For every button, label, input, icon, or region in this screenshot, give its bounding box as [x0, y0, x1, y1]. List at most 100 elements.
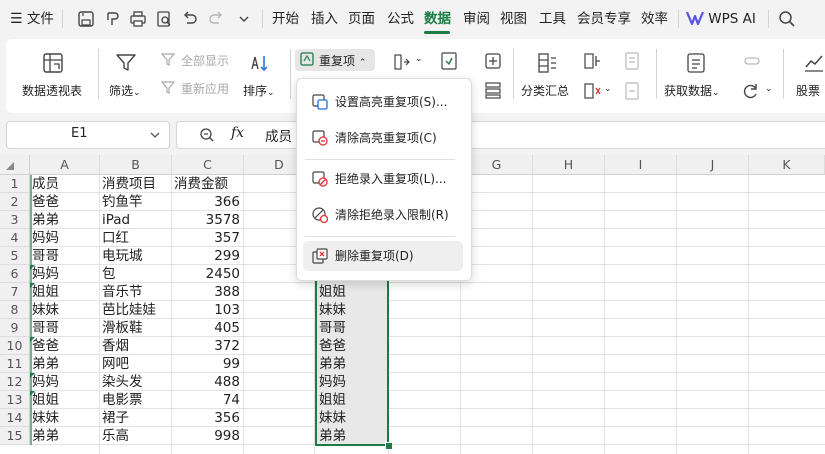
tab-efficiency[interactable]: 效率 — [641, 0, 668, 38]
wps-ai-button[interactable]: WPS AI — [686, 0, 756, 38]
chevron-down-icon[interactable] — [234, 9, 254, 29]
row-header[interactable]: 12 — [0, 373, 30, 391]
get-data-button[interactable]: 获取数据⌄ — [662, 45, 728, 105]
fill-handle[interactable] — [385, 442, 393, 450]
row-header[interactable]: 9 — [0, 319, 30, 337]
menu-item-clear-reject-limit[interactable]: 清除拒绝录入限制(R) — [303, 200, 463, 230]
link-icon[interactable] — [741, 51, 763, 71]
table-cell[interactable]: 芭比娃娃 — [100, 301, 172, 319]
table-cell[interactable]: 356 — [172, 409, 244, 427]
table-cell[interactable]: 弟弟 — [30, 355, 100, 373]
column-header-b[interactable]: B — [100, 155, 172, 175]
chevron-down-icon[interactable] — [149, 129, 161, 141]
row-header[interactable]: 14 — [0, 409, 30, 427]
tab-view[interactable]: 视图 — [500, 0, 527, 38]
name-box[interactable]: E1 — [6, 121, 170, 149]
save-icon[interactable] — [76, 9, 96, 29]
table-cell[interactable]: 357 — [172, 229, 244, 247]
tab-member[interactable]: 会员专享 — [577, 0, 631, 38]
row-header[interactable]: 7 — [0, 283, 30, 301]
refresh-icon[interactable] — [741, 81, 761, 101]
menu-item-reject-duplicates[interactable]: 拒绝录入重复项(L)... — [303, 164, 463, 194]
row-header[interactable]: 3 — [0, 211, 30, 229]
tab-tools[interactable]: 工具 — [539, 0, 566, 38]
split-column-icon[interactable] — [393, 53, 411, 71]
table-cell[interactable]: 103 — [172, 301, 244, 319]
print-preview-icon[interactable] — [154, 9, 174, 29]
menu-item-remove-duplicates[interactable]: 删除重复项(D) — [303, 241, 463, 271]
row-header[interactable]: 11 — [0, 355, 30, 373]
zoom-formula-icon[interactable] — [199, 127, 215, 143]
table-cell[interactable]: 包 — [100, 265, 172, 283]
chevron-down-icon[interactable]: ⌄ — [765, 84, 773, 94]
table-cell[interactable]: 弟弟 — [30, 211, 100, 229]
row-header[interactable]: 15 — [0, 427, 30, 445]
table-cell[interactable]: 爸爸 — [30, 337, 100, 355]
table-cell[interactable]: 妹妹 — [30, 301, 100, 319]
table-cell[interactable]: 哥哥 — [30, 319, 100, 337]
table-cell[interactable]: 99 — [172, 355, 244, 373]
menu-item-highlight-duplicates[interactable]: 设置高亮重复项(S)... — [303, 87, 463, 117]
table-cell[interactable]: 香烟 — [100, 337, 172, 355]
formula-content[interactable]: 成员 — [265, 125, 292, 145]
formula-bar[interactable]: fx 成员 — [176, 121, 825, 149]
table-cell[interactable]: 钓鱼竿 — [100, 193, 172, 211]
table-cell[interactable]: 妈妈 — [30, 265, 100, 283]
tab-home[interactable]: 开始 — [272, 0, 299, 38]
print-icon[interactable] — [128, 9, 148, 29]
table-cell[interactable]: 滑板鞋 — [100, 319, 172, 337]
column-header-i[interactable]: I — [605, 155, 677, 175]
select-all-corner[interactable] — [0, 155, 30, 175]
table-cell[interactable]: 405 — [172, 319, 244, 337]
group-icon[interactable] — [582, 51, 602, 71]
table-cell[interactable]: 998 — [172, 427, 244, 445]
table-cell[interactable]: 裙子 — [100, 409, 172, 427]
filter-button[interactable]: 筛选⌄ — [106, 45, 148, 105]
table-cell[interactable]: 妹妹 — [30, 409, 100, 427]
table-cell[interactable]: iPad — [100, 211, 172, 229]
tab-formula[interactable]: 公式 — [387, 0, 414, 38]
fx-icon[interactable]: fx — [231, 125, 244, 141]
table-cell[interactable]: 74 — [172, 391, 244, 409]
file-menu[interactable]: ☰ 文件 — [10, 0, 54, 38]
table-cell[interactable]: 299 — [172, 247, 244, 265]
table-cell[interactable]: 372 — [172, 337, 244, 355]
column-header-h[interactable]: H — [533, 155, 605, 175]
pivot-table-button[interactable]: 数据透视表 — [16, 45, 90, 105]
undo-icon[interactable] — [180, 9, 200, 29]
table-cell[interactable]: 音乐节 — [100, 283, 172, 301]
tab-page[interactable]: 页面 — [348, 0, 375, 38]
table-header-cell[interactable]: 消费项目 — [100, 175, 172, 193]
duplicates-button[interactable]: 重复项 ⌃ — [295, 49, 375, 71]
table-cell[interactable]: 3578 — [172, 211, 244, 229]
table-cell[interactable]: 2450 — [172, 265, 244, 283]
format-painter-icon[interactable] — [102, 9, 122, 29]
table-cell[interactable]: 网吧 — [100, 355, 172, 373]
table-cell[interactable]: 弟弟 — [30, 427, 100, 445]
table-cell[interactable]: 乐高 — [100, 427, 172, 445]
subtotal-button[interactable]: 分类汇总 — [518, 45, 578, 105]
stocks-button[interactable]: 股票 — [790, 45, 825, 105]
chevron-down-icon[interactable]: ⌄ — [604, 84, 612, 94]
table-cell[interactable]: 爸爸 — [30, 193, 100, 211]
column-header-c[interactable]: C — [172, 155, 244, 175]
row-header[interactable]: 13 — [0, 391, 30, 409]
table-cell[interactable]: 哥哥 — [30, 247, 100, 265]
row-header[interactable]: 5 — [0, 247, 30, 265]
insert-rows-icon[interactable] — [483, 51, 503, 71]
table-cell[interactable]: 姐姐 — [30, 283, 100, 301]
table-header-cell[interactable]: 成员 — [30, 175, 100, 193]
table-cell[interactable]: 口红 — [100, 229, 172, 247]
column-header-k[interactable]: K — [749, 155, 825, 175]
table-cell[interactable]: 妈妈 — [30, 373, 100, 391]
show-detail-icon[interactable] — [623, 51, 643, 71]
table-cell[interactable]: 妈妈 — [30, 229, 100, 247]
row-header[interactable]: 6 — [0, 265, 30, 283]
row-header[interactable]: 10 — [0, 337, 30, 355]
row-header[interactable]: 4 — [0, 229, 30, 247]
search-icon[interactable] — [777, 9, 797, 29]
redo-icon[interactable] — [206, 9, 226, 29]
tab-review[interactable]: 审阅 — [463, 0, 490, 38]
column-header-a[interactable]: A — [30, 155, 100, 175]
table-cell[interactable]: 染头发 — [100, 373, 172, 391]
